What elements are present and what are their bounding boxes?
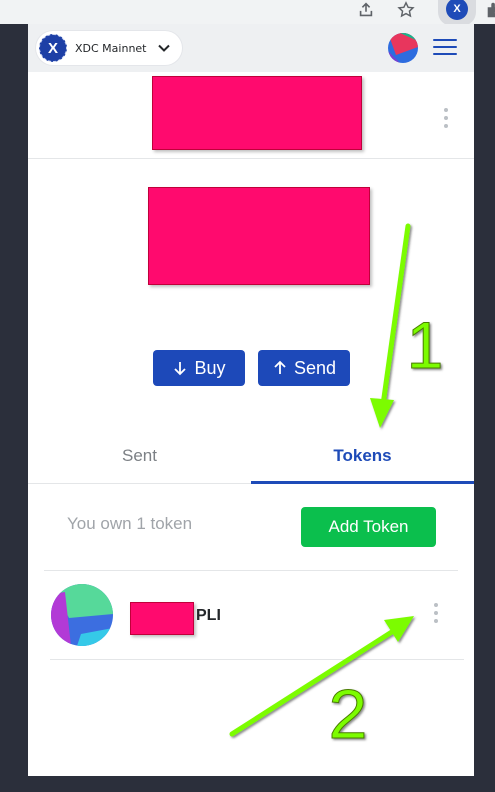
redacted-token-balance xyxy=(130,602,194,635)
network-selector[interactable]: X XDC Mainnet xyxy=(36,31,182,65)
redacted-balance xyxy=(148,187,370,285)
arrow-down-icon xyxy=(174,362,187,376)
token-options-icon[interactable] xyxy=(432,603,440,623)
divider xyxy=(44,570,458,571)
network-name: XDC Mainnet xyxy=(75,41,147,55)
send-button[interactable]: Send xyxy=(258,350,350,386)
active-tab-indicator xyxy=(251,481,474,484)
wallet-popup: X XDC Mainnet Buy Send Sent Tokens You o… xyxy=(28,24,474,776)
extensions-puzzle-icon[interactable] xyxy=(484,0,495,20)
divider xyxy=(28,158,474,159)
account-options-icon[interactable] xyxy=(442,108,450,128)
chevron-down-icon xyxy=(157,44,170,52)
redacted-account-name xyxy=(152,76,362,150)
add-token-button[interactable]: Add Token xyxy=(301,507,436,547)
tab-tokens[interactable]: Tokens xyxy=(251,428,474,484)
send-label: Send xyxy=(293,357,337,378)
token-symbol: PLI xyxy=(196,607,221,624)
arrow-up-icon xyxy=(274,360,286,374)
buy-button[interactable]: Buy xyxy=(153,350,245,386)
share-icon[interactable] xyxy=(356,0,376,20)
browser-toolbar: X xyxy=(0,0,495,26)
xdc-network-logo: X xyxy=(39,34,67,62)
menu-icon[interactable] xyxy=(433,39,457,57)
token-count-text: You own 1 token xyxy=(67,514,193,533)
buy-label: Buy xyxy=(194,357,226,378)
popup-header: X XDC Mainnet xyxy=(28,24,474,72)
page-background xyxy=(472,24,495,792)
tab-sent[interactable]: Sent xyxy=(28,428,251,484)
account-avatar[interactable] xyxy=(388,33,418,63)
token-logo xyxy=(51,584,113,646)
divider xyxy=(50,659,464,660)
bookmark-star-icon[interactable] xyxy=(396,0,416,20)
